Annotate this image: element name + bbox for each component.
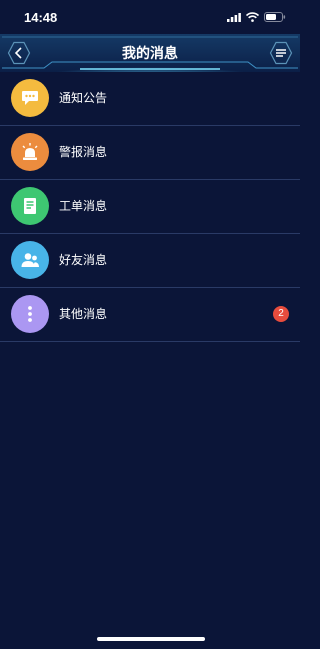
menu-button[interactable] [269, 41, 293, 65]
unread-badge: 2 [273, 306, 289, 322]
more-dots-icon [28, 306, 32, 322]
other-avatar [11, 295, 49, 333]
header-bar: 我的消息 [0, 34, 300, 72]
friends-icon [21, 253, 39, 267]
list-item-friends[interactable]: 好友消息 [0, 234, 300, 288]
status-time: 14:48 [24, 10, 58, 25]
list-item-alarm[interactable]: 警报消息 [0, 126, 300, 180]
status-icons [227, 12, 286, 22]
page-title: 我的消息 [122, 46, 178, 62]
other-label: 其他消息 [59, 307, 108, 321]
wifi-icon [246, 12, 259, 22]
alarm-label: 警报消息 [59, 145, 108, 159]
alarm-light-icon [22, 143, 38, 160]
list-item-work-order[interactable]: 工单消息 [0, 180, 300, 234]
menu-lines-icon [269, 41, 293, 65]
message-list: 通知公告 警报消息 工单消息 好友消息 其他消息 2 [0, 72, 300, 342]
document-icon [24, 198, 36, 214]
list-item-other[interactable]: 其他消息 2 [0, 288, 300, 342]
friends-avatar [11, 241, 49, 279]
alarm-avatar [11, 133, 49, 171]
notice-avatar [11, 79, 49, 117]
battery-icon [264, 12, 286, 22]
signal-icon [227, 12, 241, 22]
work-order-label: 工单消息 [59, 199, 108, 213]
home-indicator [97, 637, 205, 641]
list-item-notice[interactable]: 通知公告 [0, 72, 300, 126]
work-order-avatar [11, 187, 49, 225]
friends-label: 好友消息 [59, 253, 108, 267]
status-bar: 14:48 [0, 0, 300, 34]
chat-bubble-icon [22, 91, 38, 105]
notice-label: 通知公告 [59, 91, 108, 105]
